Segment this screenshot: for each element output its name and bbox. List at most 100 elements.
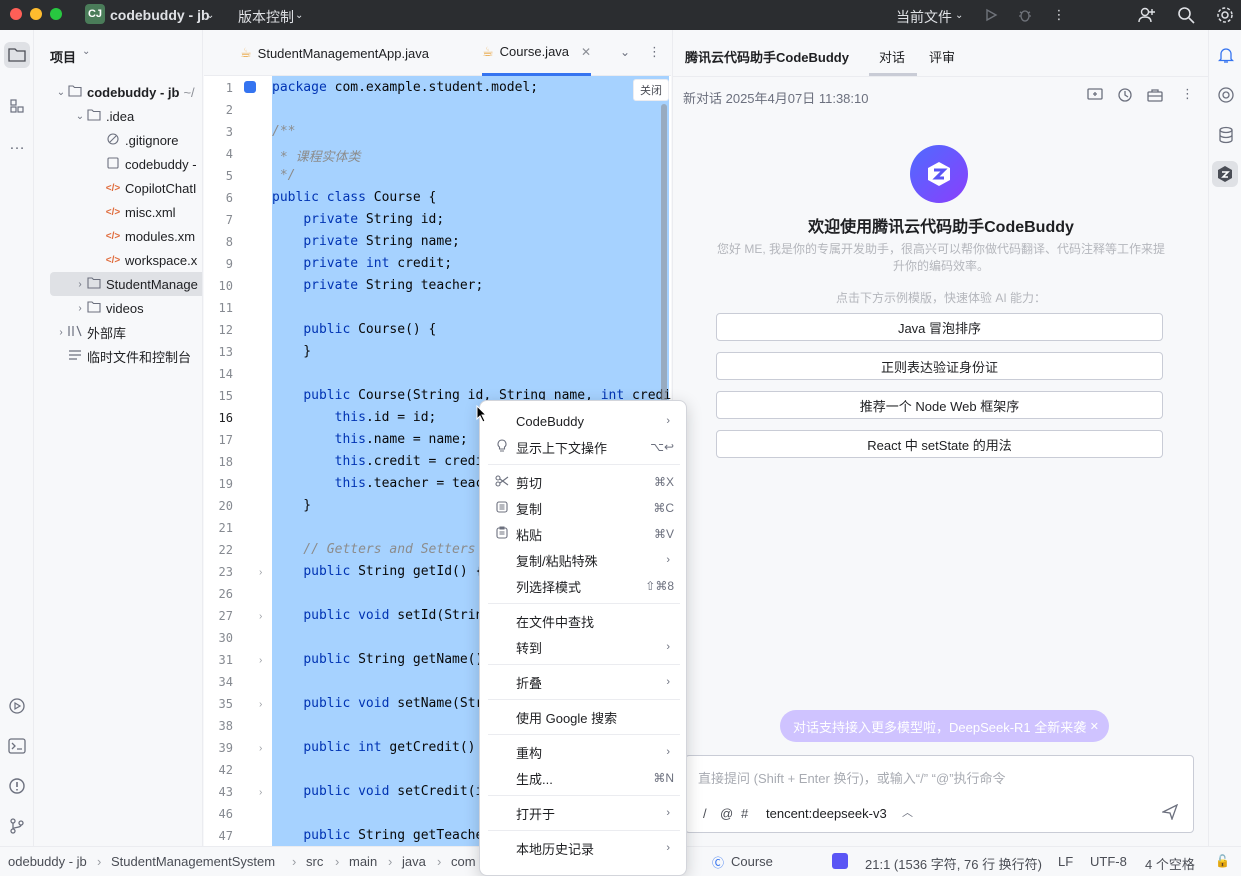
tree-item[interactable]: ⌄ codebuddy - jb ~/ (55, 80, 195, 104)
editor-scrollbar[interactable] (661, 104, 667, 414)
menu-item[interactable]: 剪切 ⌘X (480, 469, 686, 495)
tree-item[interactable]: ⌄ .idea (74, 104, 134, 128)
zoom-window-button[interactable] (50, 8, 62, 20)
history-icon[interactable] (1117, 87, 1133, 106)
menu-item[interactable]: CodeBuddy › (480, 408, 686, 434)
toolbox-icon[interactable] (1147, 87, 1163, 106)
close-banner-icon[interactable]: ✕ (1090, 720, 1099, 733)
close-window-button[interactable] (10, 8, 22, 20)
run-config-selector[interactable]: 当前文件 (896, 7, 952, 27)
chevron-down-icon[interactable]: ⌄ (55, 87, 67, 98)
chevron-right-icon[interactable]: › (55, 327, 67, 338)
chat-input-placeholder[interactable]: 直接提问 (Shift + Enter 换行)，或输入“/” “@”执行命令 (698, 768, 1006, 787)
codebuddy-status-icon[interactable] (832, 853, 848, 869)
more-vertical-icon[interactable]: ⋮ (1049, 5, 1069, 25)
menu-item[interactable]: 重构 › (480, 739, 686, 765)
hash-button[interactable]: # (741, 806, 748, 821)
line-separator[interactable]: LF (1058, 854, 1073, 869)
fold-chevron-icon[interactable]: › (259, 567, 262, 578)
close-hint-button[interactable]: 关闭 (633, 79, 669, 101)
problems-icon[interactable] (4, 773, 30, 799)
minimize-window-button[interactable] (30, 8, 42, 20)
slash-command-button[interactable]: / (703, 806, 707, 821)
mention-button[interactable]: @ (720, 806, 733, 821)
menu-item[interactable]: 复制 ⌘C (480, 495, 686, 521)
breadcrumb-item[interactable]: StudentManagementSystem (111, 854, 275, 869)
menu-item[interactable]: 生成... ⌘N (480, 765, 686, 791)
vcs-menu[interactable]: 版本控制 (238, 7, 294, 27)
menu-item[interactable]: 在文件中查找 (480, 608, 686, 634)
tree-item[interactable]: </> modules.xm (93, 224, 195, 248)
chevron-right-icon[interactable]: › (74, 279, 86, 290)
tab-chat[interactable]: 对话 (879, 47, 905, 66)
model-banner[interactable]: 对话支持接入更多模型啦，DeepSeek-R1 全新来袭 ✕ (780, 710, 1109, 742)
file-encoding[interactable]: UTF-8 (1090, 854, 1127, 869)
codebuddy-icon[interactable] (1212, 161, 1238, 187)
more-horizontal-icon[interactable]: … (4, 132, 30, 158)
menu-item[interactable]: 列选择模式 ⇧⌘8 (480, 573, 686, 599)
fold-chevron-icon[interactable]: › (259, 611, 262, 622)
breadcrumb-item[interactable]: src (306, 854, 323, 869)
tree-item[interactable]: 临时文件和控制台 (55, 344, 191, 368)
breadcrumb-class[interactable]: Course (731, 854, 773, 869)
caret-position[interactable]: 21:1 (1536 字符, 76 行 换行符) (865, 854, 1042, 873)
fold-chevron-icon[interactable]: › (259, 655, 262, 666)
breadcrumb-item[interactable]: java (402, 854, 426, 869)
more-vertical-icon[interactable]: ⋮ (1181, 86, 1194, 102)
chevron-down-icon[interactable]: ⌄ (74, 111, 86, 122)
tree-item[interactable]: › StudentManage (50, 272, 202, 296)
model-selector[interactable]: tencent:deepseek-v3 (766, 806, 887, 821)
new-chat-icon[interactable] (1087, 87, 1103, 106)
folder-icon[interactable] (4, 42, 30, 68)
menu-item[interactable]: 显示上下文操作 ⌥↩ (480, 434, 686, 460)
suggestion-react-setstate[interactable]: React 中 setState 的用法 (716, 430, 1163, 458)
menu-item[interactable]: 本地历史记录 › (480, 835, 686, 861)
tab-studentmanagementapp[interactable]: ☕ StudentManagementApp.java (240, 30, 429, 76)
suggestion-node-framework[interactable]: 推荐一个 Node Web 框架序 (716, 391, 1163, 419)
fold-chevron-icon[interactable]: › (259, 787, 262, 798)
breadcrumb-item[interactable]: com (451, 854, 476, 869)
codebuddy-gutter-icon[interactable] (244, 81, 256, 93)
terminal-icon[interactable] (4, 733, 30, 759)
menu-item[interactable]: 粘贴 ⌘V (480, 521, 686, 547)
tree-item[interactable]: </> CopilotChatI (93, 176, 197, 200)
menu-item[interactable]: 打开于 › (480, 800, 686, 826)
suggestion-java-bubble-sort[interactable]: Java 冒泡排序 (716, 313, 1163, 341)
project-selector[interactable]: codebuddy - jb (110, 7, 210, 23)
fold-chevron-icon[interactable]: › (259, 743, 262, 754)
menu-item[interactable]: 复制/粘贴特殊 › (480, 547, 686, 573)
git-branch-icon[interactable] (4, 813, 30, 839)
menu-item[interactable]: 折叠 › (480, 669, 686, 695)
suggestion-regex-id[interactable]: 正则表达验证身份证 (716, 352, 1163, 380)
chat-input-box[interactable]: 直接提问 (Shift + Enter 换行)，或输入“/” “@”执行命令 /… (685, 755, 1194, 833)
chevron-down-icon[interactable]: ⌄ (620, 45, 630, 59)
search-icon[interactable] (1176, 5, 1196, 25)
tree-item[interactable]: </> workspace.x (93, 248, 197, 272)
run-icon[interactable] (981, 5, 1001, 25)
menu-item[interactable]: 转到 › (480, 634, 686, 660)
gear-icon[interactable] (1215, 5, 1235, 25)
tree-item[interactable]: › videos (74, 296, 143, 320)
run-services-icon[interactable] (4, 693, 30, 719)
tree-item[interactable]: </> misc.xml (93, 200, 176, 224)
lock-icon[interactable]: 🔓 (1215, 854, 1230, 868)
fold-chevron-icon[interactable]: › (259, 699, 262, 710)
chevron-right-icon[interactable]: › (74, 303, 86, 314)
add-user-icon[interactable] (1137, 5, 1157, 25)
database-icon[interactable] (1213, 122, 1239, 148)
tree-item[interactable]: › 外部库 (55, 320, 126, 344)
send-icon[interactable] (1160, 803, 1179, 823)
indent-setting[interactable]: 4 个空格 (1145, 854, 1195, 873)
tree-item[interactable]: .gitignore (93, 128, 178, 152)
structure-icon[interactable] (4, 93, 30, 119)
menu-item[interactable]: 使用 Google 搜索 (480, 704, 686, 730)
tab-review[interactable]: 评审 (929, 47, 955, 66)
breadcrumb-item[interactable]: main (349, 854, 377, 869)
tab-course[interactable]: ☕ Course.java ✕ (482, 30, 592, 76)
project-header[interactable]: 项目 (50, 47, 76, 66)
ai-assistant-icon[interactable] (1213, 82, 1239, 108)
more-vertical-icon[interactable]: ⋮ (648, 44, 661, 60)
tree-item[interactable]: codebuddy - (93, 152, 197, 176)
close-tab-icon[interactable]: ✕ (581, 45, 591, 59)
bell-icon[interactable] (1213, 42, 1239, 68)
